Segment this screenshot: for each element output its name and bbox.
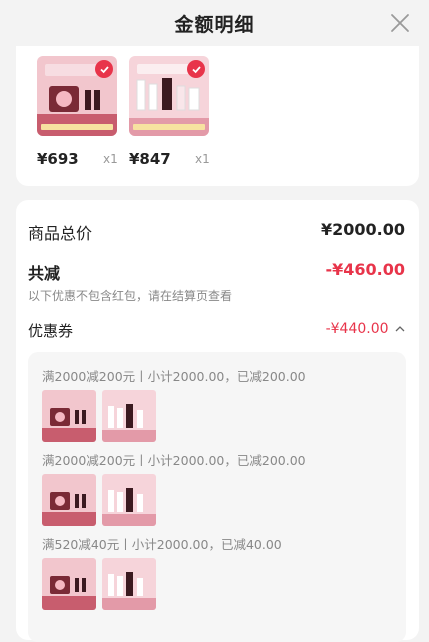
coupon-product-image <box>102 558 156 610</box>
price-summary-card: 商品总价 ¥2000.00 共减 -¥460.00 以下优惠不包含红包，请在结算… <box>16 200 419 642</box>
coupon-product-image <box>42 558 96 610</box>
close-icon[interactable] <box>389 12 411 34</box>
product-price: ¥847 <box>129 150 171 168</box>
coupon-rule: 满520减40元丨小计2000.00，已减40.00 <box>42 537 282 552</box>
discount-note: 以下优惠不包含红包，请在结算页查看 <box>28 289 233 303</box>
discount-value: -¥460.00 <box>325 260 405 279</box>
selected-check-icon <box>95 60 113 78</box>
coupon-product-image <box>102 390 156 442</box>
chevron-up-icon <box>395 326 405 332</box>
coupon-details: 满2000减200元丨小计2000.00，已减200.00 满2000减200元… <box>28 352 406 642</box>
product-qty: x1 <box>103 152 118 166</box>
page-title: 金额明细 <box>174 13 255 36</box>
coupon-rule: 满2000减200元丨小计2000.00，已减200.00 <box>42 453 306 468</box>
coupon-label: 优惠券 <box>28 322 74 340</box>
coupon-rule: 满2000减200元丨小计2000.00，已减200.00 <box>42 369 306 384</box>
selected-check-icon <box>187 60 205 78</box>
product-image[interactable] <box>37 56 117 136</box>
product-qty: x1 <box>195 152 210 166</box>
product-card: ¥693 x1 ¥847 x1 <box>16 46 419 186</box>
coupon-value: -¥440.00 <box>325 321 389 337</box>
coupon-product-image <box>42 474 96 526</box>
coupon-product-image <box>102 474 156 526</box>
coupon-product-image <box>42 390 96 442</box>
discount-label: 共减 <box>28 264 61 283</box>
total-value: ¥2000.00 <box>320 220 405 239</box>
product-price: ¥693 <box>37 150 79 168</box>
product-image[interactable] <box>129 56 209 136</box>
total-label: 商品总价 <box>28 224 93 243</box>
coupon-toggle[interactable]: -¥440.00 <box>326 321 405 337</box>
modal-header: 金额明细 <box>0 0 429 46</box>
